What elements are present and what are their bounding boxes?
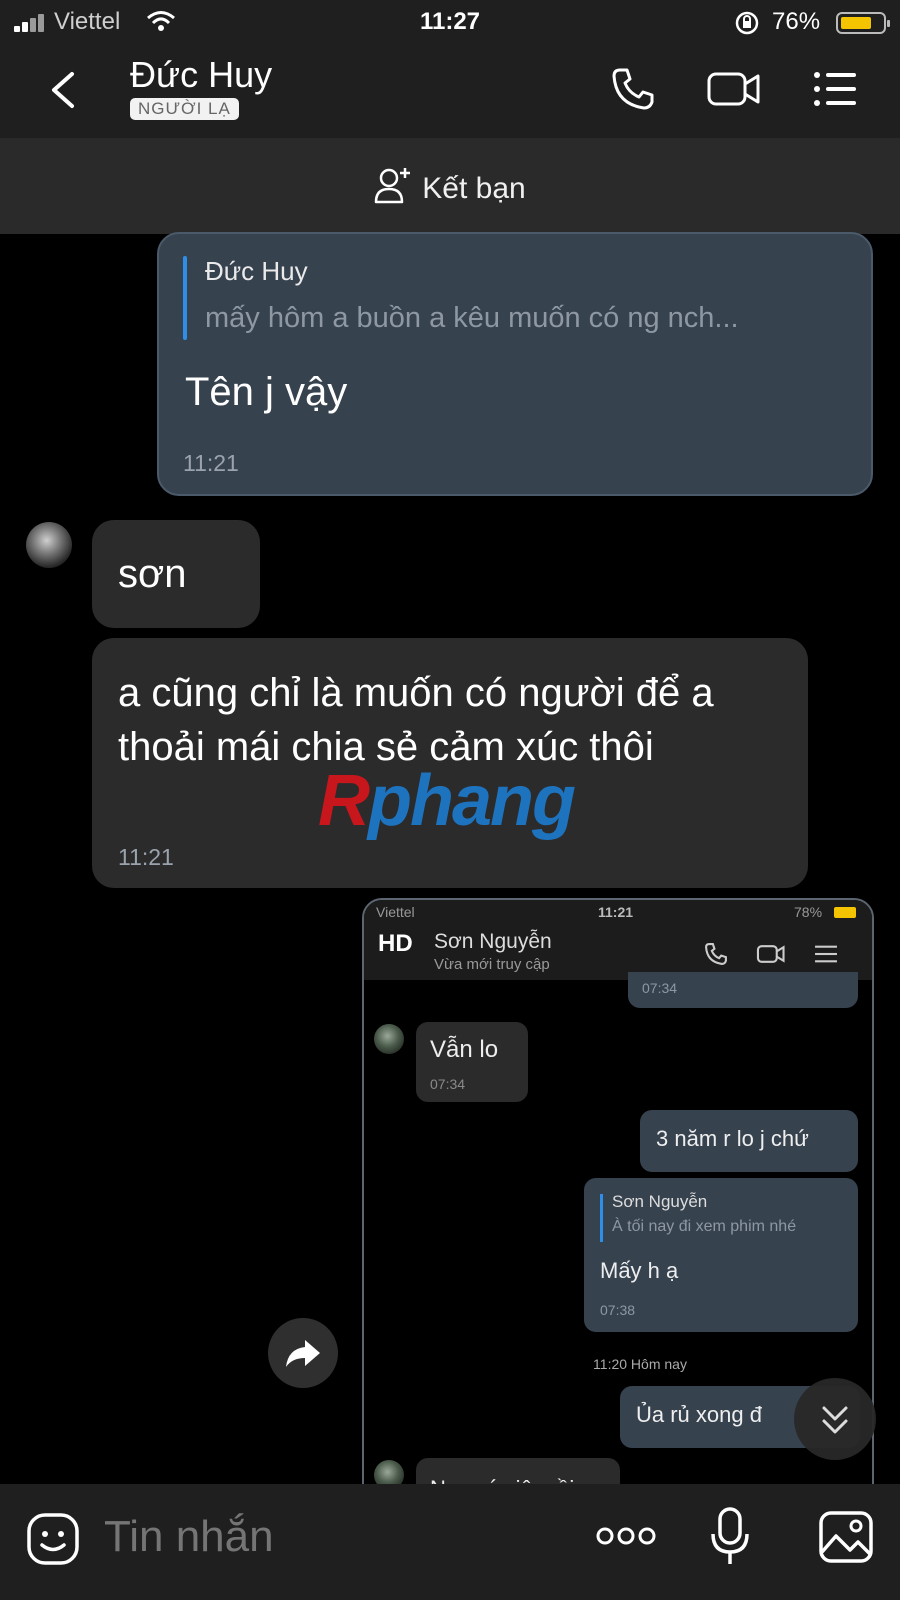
message-text: sơn [118, 552, 187, 596]
contact-avatar[interactable] [26, 522, 72, 568]
phone-icon[interactable] [610, 66, 656, 112]
battery-percent: 76% [772, 8, 821, 35]
contact-name[interactable]: Đức Huy [130, 54, 272, 96]
message-time: 11:21 [118, 844, 174, 870]
message-text: Tên j vậy [185, 370, 348, 414]
battery-icon [836, 12, 890, 34]
video-call-icon[interactable] [706, 66, 762, 112]
incoming-message-bubble[interactable]: sơn [92, 520, 260, 628]
embedded-date-divider: 11:20 Hôm nay [593, 1356, 687, 1372]
forward-button[interactable] [268, 1318, 338, 1388]
embedded-video-icon [756, 945, 785, 963]
add-friend-label: Kết bạn [422, 172, 526, 205]
chat-header: Đức Huy NGƯỜI LẠ [0, 44, 900, 138]
quote-bar [183, 256, 187, 340]
embedded-outgoing-bubble: 3 năm r lo j chứ [640, 1110, 858, 1172]
microphone-icon[interactable] [710, 1506, 750, 1568]
embedded-menu-icon [815, 945, 837, 963]
message-input[interactable] [104, 1512, 564, 1562]
embedded-presence: Vừa mới truy cập [434, 956, 550, 973]
embedded-phone-icon [705, 943, 727, 965]
outgoing-message-bubble[interactable]: Đức Huy mấy hôm a buồn a kêu muốn có ng … [157, 232, 873, 496]
embedded-contact-name: Sơn Nguyễn [434, 930, 552, 953]
embedded-avatar [374, 1024, 404, 1054]
embedded-outgoing-bubble: Sơn Nguyễn À tối nay đi xem phim nhé Mấy… [584, 1178, 858, 1332]
embedded-incoming-bubble: Vẫn lo 07:34 [416, 1022, 528, 1102]
message-time: 11:21 [183, 450, 239, 476]
add-user-icon [375, 168, 411, 204]
rotation-lock-icon [735, 11, 759, 35]
forward-arrow-icon [286, 1340, 320, 1367]
stranger-badge: NGƯỜI LẠ [130, 98, 239, 120]
status-time: 11:27 [419, 8, 481, 35]
image-icon[interactable] [818, 1510, 874, 1564]
embedded-status-bar: Viettel 11:21 78% [364, 900, 872, 926]
quote-author: Đức Huy [205, 256, 308, 286]
back-chevron-icon[interactable] [48, 70, 78, 110]
add-friend-bar[interactable]: Kết bạn [0, 138, 900, 234]
message-composer [0, 1484, 900, 1600]
more-dots-icon[interactable] [596, 1524, 656, 1548]
add-friend-button[interactable]: Kết bạn [0, 166, 900, 206]
hd-label: HD [378, 930, 413, 957]
quote-text: mấy hôm a buồn a kêu muốn có ng nch... [205, 302, 739, 334]
status-bar: Viettel 11:27 76% [0, 0, 900, 44]
sticker-icon[interactable] [26, 1512, 80, 1566]
watermark-logo: Rphang [318, 761, 576, 841]
double-chevron-down-icon [822, 1406, 848, 1434]
embedded-outgoing-bubble: 07:34 [628, 972, 858, 1008]
message-text: a cũng chỉ là muốn có người để a thoải m… [118, 671, 714, 769]
scroll-to-bottom-button[interactable] [794, 1378, 876, 1460]
menu-list-icon[interactable] [812, 66, 858, 112]
